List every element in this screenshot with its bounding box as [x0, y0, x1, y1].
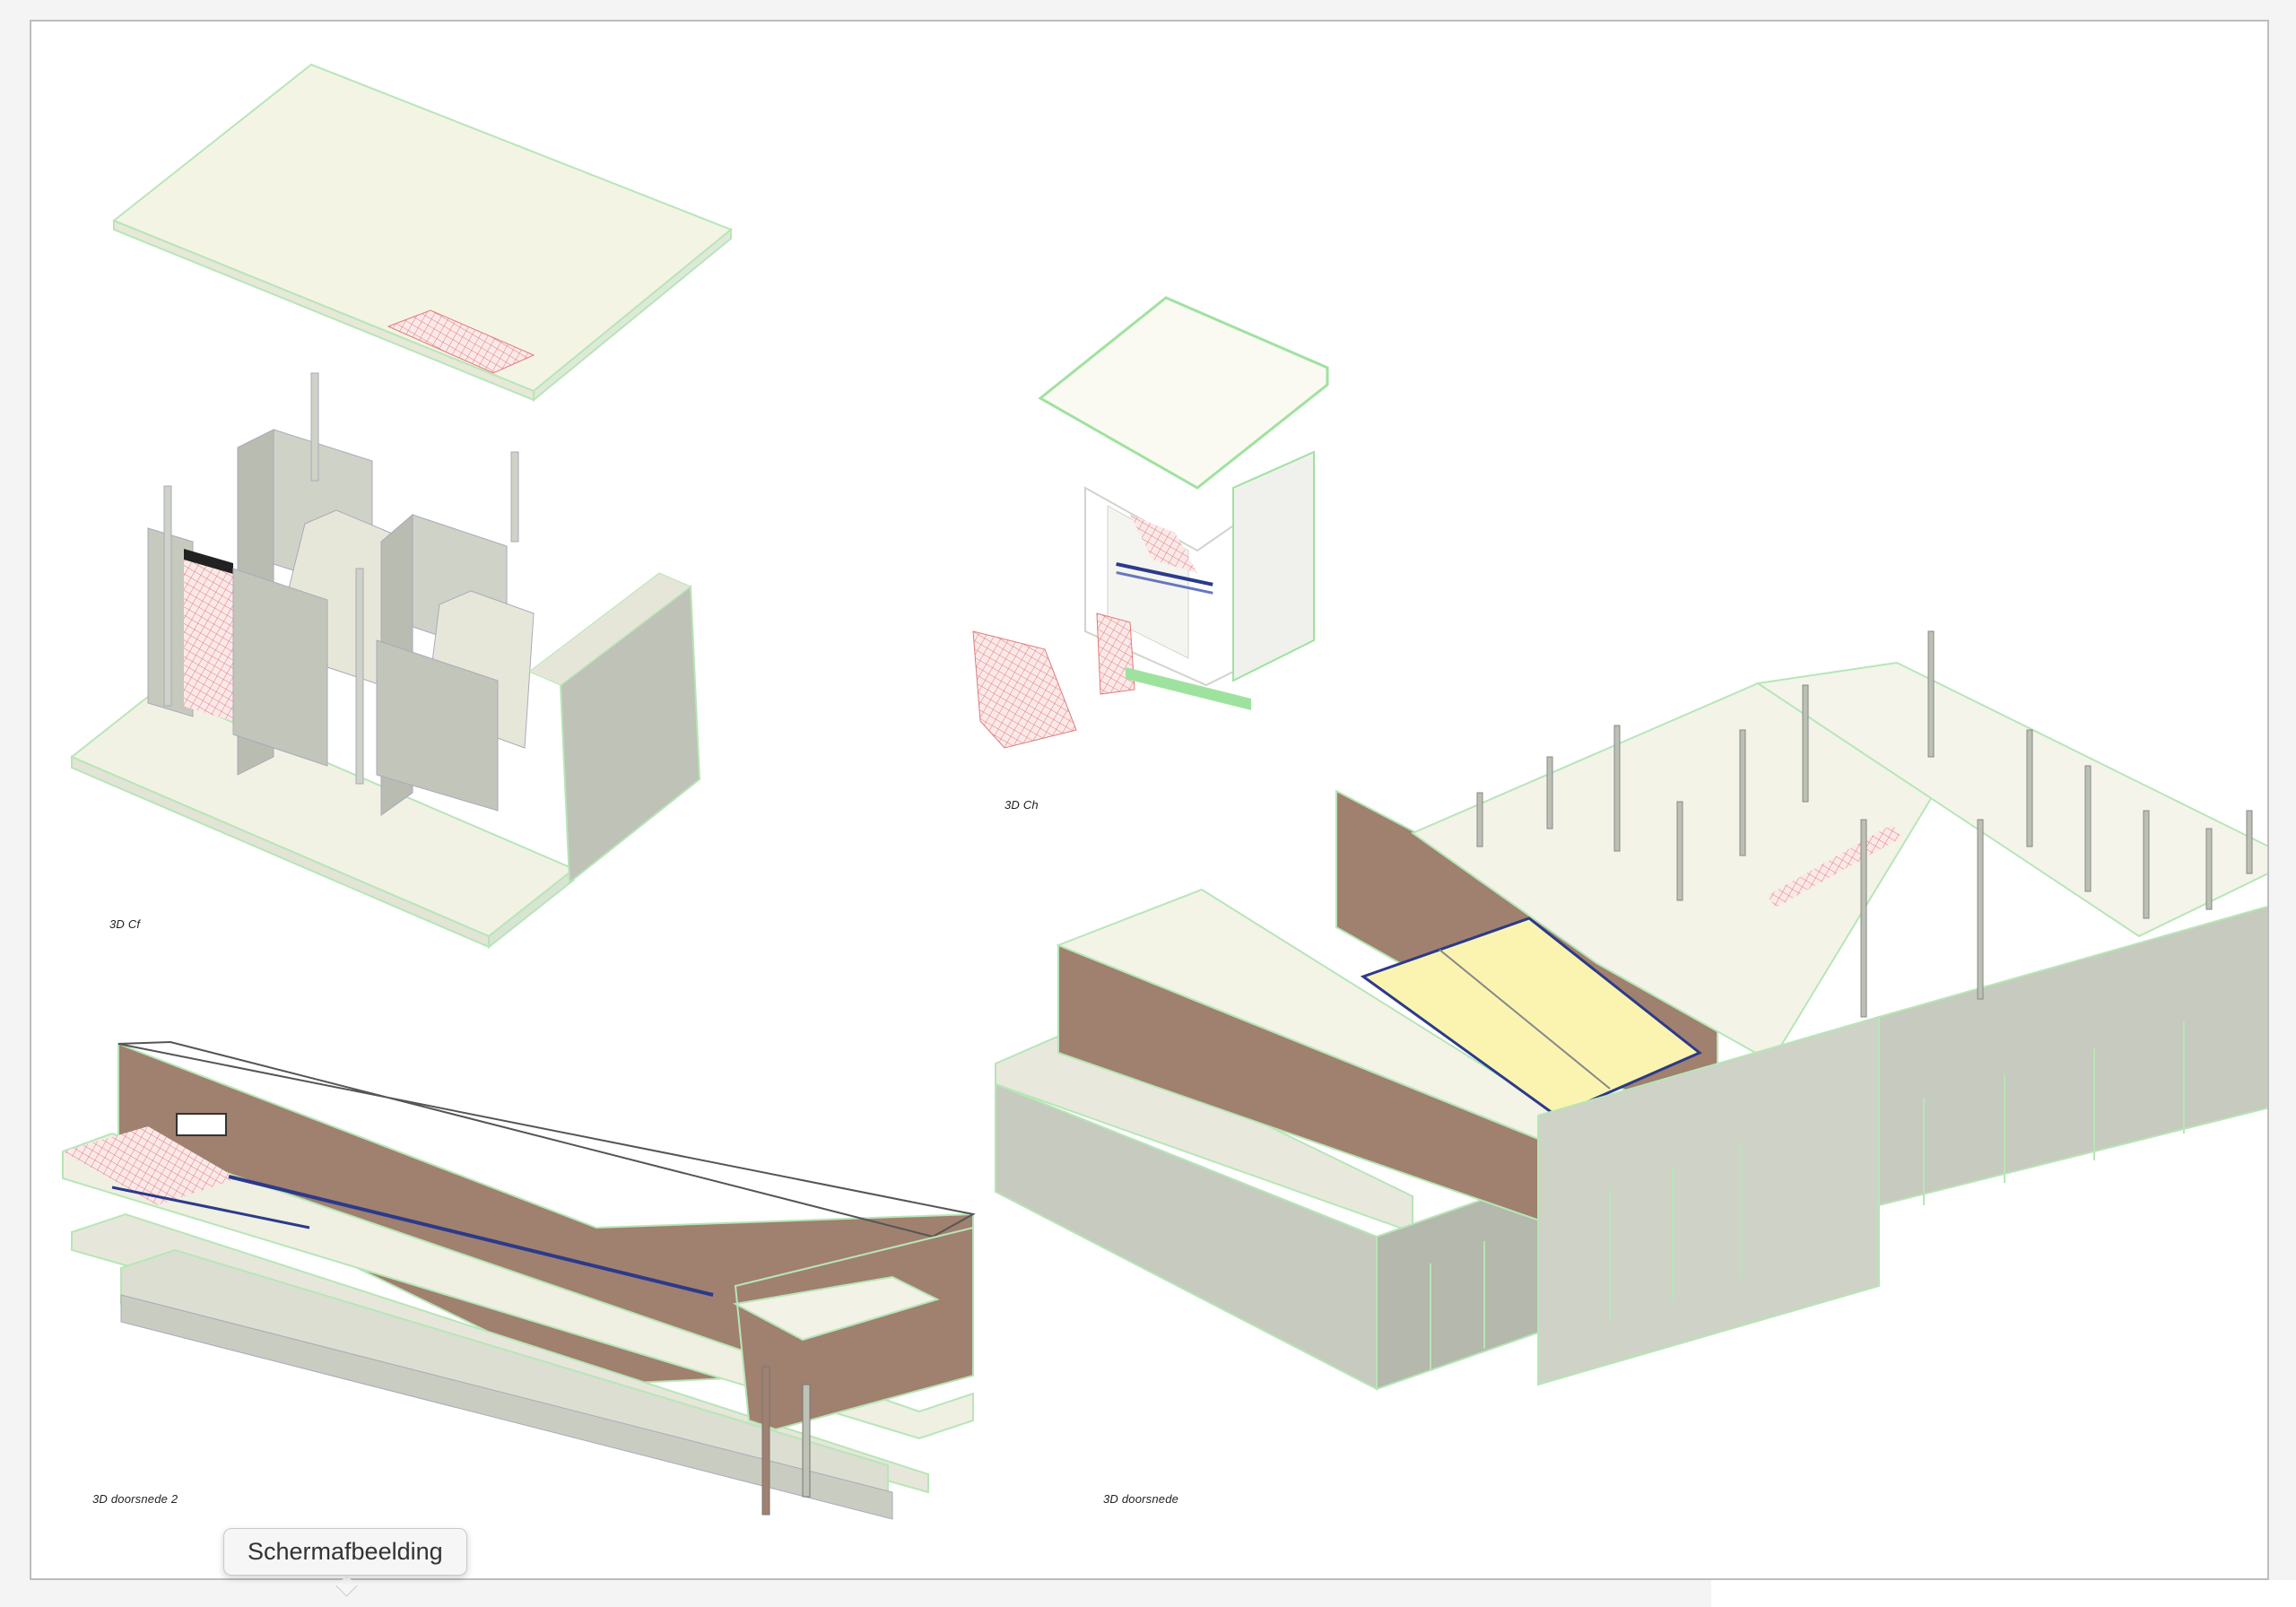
bottom-white-strip — [1711, 1580, 2296, 1607]
ds-right-wing-walls — [1878, 905, 2267, 1207]
column — [355, 568, 364, 785]
ch-hatch-left — [972, 630, 1077, 749]
screenshot-viewport: 3D Cf 3D Ch 3D doorsnede 2 3D doorsnede … — [0, 0, 2296, 1607]
wall-box-1-front — [232, 568, 328, 767]
view-3d-doorsnede-drawing — [995, 630, 2267, 1391]
view-label-3d-ch: 3D Ch — [1004, 798, 1039, 812]
ds2-window — [176, 1113, 227, 1136]
view-3d-doorsnede-2-drawing — [62, 1040, 976, 1520]
drawing-sheet: 3D Cf 3D Ch 3D doorsnede 2 3D doorsnede — [30, 20, 2269, 1580]
column — [163, 485, 172, 707]
ds2-column — [802, 1384, 811, 1498]
ch-box-right — [1232, 450, 1315, 682]
wall-left-hatch — [184, 551, 233, 721]
isometric-views — [62, 63, 2267, 1520]
column — [310, 372, 319, 482]
ch-roof — [1038, 296, 1329, 490]
view-label-3d-doorsnede: 3D doorsnede — [1103, 1492, 1179, 1506]
view-label-3d-doorsnede-2: 3D doorsnede 2 — [92, 1492, 178, 1506]
screenshot-tooltip: Schermafbeelding — [223, 1528, 467, 1576]
column — [510, 451, 519, 543]
view-3d-cf-drawing — [70, 63, 733, 950]
view-3d-ch-drawing — [972, 296, 1329, 749]
view-label-3d-cf: 3D Cf — [109, 917, 141, 931]
ch-hatch-right — [1096, 612, 1135, 695]
ds2-column — [761, 1366, 770, 1516]
